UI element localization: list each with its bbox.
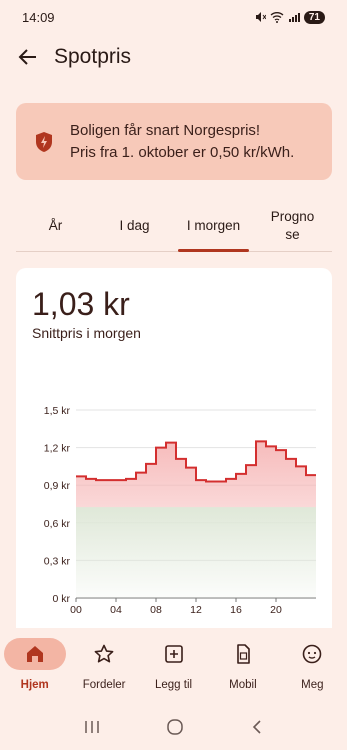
average-price-label: Snittpris i morgen (32, 325, 141, 341)
tab-today[interactable]: I dag (95, 200, 174, 251)
nav-me[interactable]: Meg (278, 628, 347, 704)
price-chart: 0 kr 0,3 kr 0,6 kr 0,9 kr 1,2 kr 1,5 kr 00 04 08… (44, 405, 316, 616)
x-tick-label: 08 (150, 604, 162, 616)
period-tabs: År I dag I morgen Progno se (16, 200, 332, 252)
x-tick-label: 00 (70, 604, 82, 616)
nav-home[interactable]: Hjem (0, 628, 69, 704)
price-card: 1,03 kr Snittpris i morgen 0 kr 0,3 kr 0,6… (16, 268, 332, 628)
page-title: Spotpris (54, 45, 132, 68)
chart-base-area (76, 507, 316, 598)
norgespris-banner: Boligen får snart Norgespris! Pris fra 1… (16, 103, 332, 180)
banner-text: Pris fra 1. oktober er 0,50 kr/kWh. (70, 143, 295, 161)
app-bar: Spotpris (0, 38, 347, 76)
average-price: 1,03 kr (32, 286, 130, 322)
system-nav-bar (0, 704, 347, 750)
nav-benefits-label: Fordeler (82, 679, 126, 691)
status-time: 14:09 (22, 9, 55, 25)
nav-me-label: Meg (301, 679, 324, 691)
y-tick-label: 0,9 kr (44, 480, 71, 492)
x-tick-label: 16 (230, 604, 242, 616)
nav-mobile[interactable]: Mobil (208, 628, 277, 704)
sim-card-icon (237, 644, 250, 664)
back-chevron-icon[interactable] (250, 718, 264, 736)
y-tick-label: 1,2 kr (44, 443, 71, 455)
tab-year[interactable]: År (16, 200, 95, 251)
recent-apps-icon[interactable] (83, 719, 101, 735)
tab-forecast-label: Progno se (270, 208, 315, 242)
home-circle-icon[interactable] (166, 718, 184, 736)
x-tick-label: 20 (270, 604, 282, 616)
nav-home-label: Hjem (20, 679, 49, 691)
signal-icon (288, 13, 300, 22)
wifi-icon (270, 12, 284, 23)
status-bar: 14:09 71 (0, 0, 347, 34)
face-icon (303, 644, 322, 664)
mute-icon (255, 12, 266, 22)
status-icons: 71 (254, 10, 325, 24)
tab-tomorrow-label: I morgen (186, 217, 241, 233)
add-box-icon (164, 645, 183, 663)
nav-mobile-label: Mobil (229, 679, 257, 691)
y-tick-label: 0,6 kr (44, 518, 71, 530)
shield-bolt-icon (36, 131, 52, 152)
home-icon (26, 646, 43, 662)
bottom-navigation: Hjem Fordeler Legg til Mobil Meg (0, 628, 347, 704)
x-tick-label: 04 (110, 604, 122, 616)
back-button[interactable] (6, 38, 50, 76)
y-tick-label: 0,3 kr (44, 555, 71, 567)
y-tick-label: 0 kr (52, 593, 70, 605)
nav-add-label: Legg til (154, 679, 193, 691)
tab-tomorrow[interactable]: I morgen (174, 200, 253, 252)
banner-title: Boligen får snart Norgespris! (70, 121, 261, 139)
nav-add[interactable]: Legg til (139, 628, 208, 704)
arrow-back-icon (18, 49, 36, 65)
y-tick-label: 1,5 kr (44, 405, 71, 417)
star-icon (94, 644, 114, 663)
battery-indicator: 71 (303, 10, 325, 24)
tab-forecast[interactable]: Progno se (253, 200, 332, 251)
x-tick-label: 12 (190, 604, 202, 616)
nav-benefits[interactable]: Fordeler (69, 628, 138, 704)
